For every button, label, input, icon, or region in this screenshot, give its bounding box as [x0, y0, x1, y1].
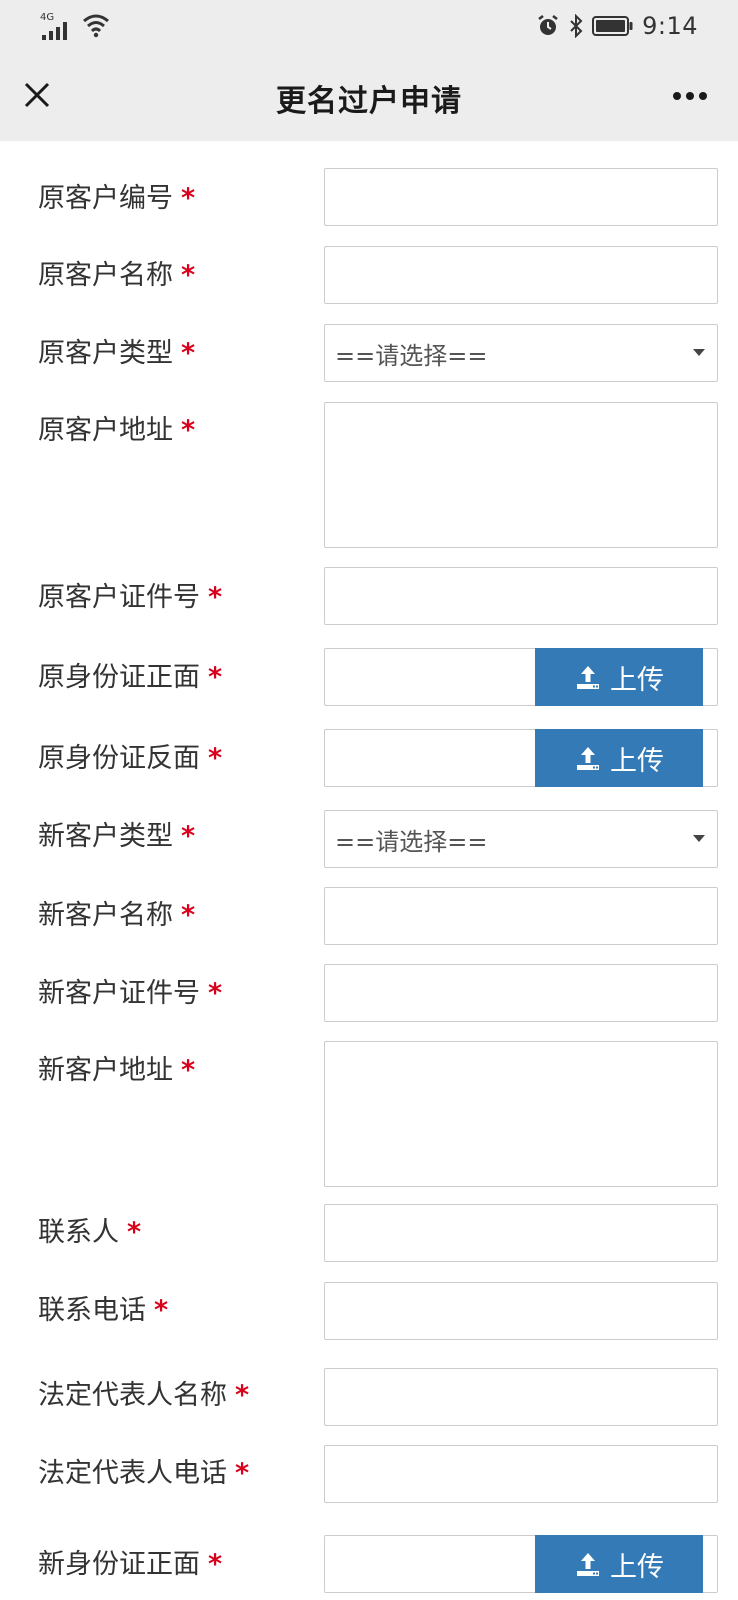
more-icon[interactable]: [672, 90, 708, 102]
text-input[interactable]: [324, 1204, 718, 1262]
required-mark: *: [181, 338, 196, 369]
required-mark: *: [154, 1295, 169, 1326]
field-label-text: 新客户地址: [38, 1055, 173, 1086]
page-title: 更名过户申请: [276, 84, 462, 119]
alarm-icon: [538, 15, 558, 35]
field-label: 原客户名称 *: [38, 253, 195, 292]
battery-icon: [592, 16, 633, 36]
field-label: 法定代表人名称 *: [38, 1373, 249, 1412]
field-label-text: 法定代表人名称: [38, 1380, 227, 1411]
field-label-text: 新客户名称: [38, 900, 173, 931]
required-mark: *: [181, 900, 196, 931]
field-label-text: 原客户类型: [38, 338, 173, 369]
file-upload-field[interactable]: 上传: [324, 648, 718, 706]
field-label-text: 原客户地址: [38, 415, 173, 446]
textarea-input[interactable]: [324, 1041, 718, 1187]
select-placeholder: ==请选择==: [335, 341, 488, 370]
field-label-text: 新身份证正面: [38, 1549, 200, 1580]
required-mark: *: [235, 1380, 250, 1411]
upload-icon: [577, 666, 599, 689]
text-input[interactable]: [324, 246, 718, 304]
file-upload-field[interactable]: 上传: [324, 729, 718, 787]
bluetooth-icon: [570, 14, 583, 38]
upload-icon: [577, 1553, 599, 1576]
text-input[interactable]: [324, 168, 718, 226]
select-placeholder: ==请选择==: [335, 827, 488, 856]
required-mark: *: [235, 1458, 250, 1489]
field-label-text: 联系电话: [38, 1295, 146, 1326]
required-mark: *: [181, 821, 196, 852]
signal-icon: [42, 22, 67, 40]
required-mark: *: [208, 1549, 223, 1580]
field-label-text: 原客户名称: [38, 260, 173, 291]
field-label-text: 原客户编号: [38, 183, 173, 214]
upload-button[interactable]: 上传: [535, 729, 703, 787]
nav-bar: 更名过户申请: [0, 52, 738, 141]
field-label: 新客户类型 *: [38, 814, 195, 853]
status-right: 9:14: [536, 10, 698, 42]
field-label-text: 法定代表人电话: [38, 1458, 227, 1489]
text-input[interactable]: [324, 1368, 718, 1426]
field-label: 原客户编号 *: [38, 176, 195, 215]
textarea-input[interactable]: [324, 402, 718, 548]
required-mark: *: [181, 415, 196, 446]
select-dropdown[interactable]: ==请选择==: [324, 810, 718, 868]
text-input[interactable]: [324, 964, 718, 1022]
field-label-text: 原身份证反面: [38, 743, 200, 774]
status-bar: 4G 9:14: [0, 0, 738, 52]
upload-button[interactable]: 上传: [535, 648, 703, 706]
upload-button-label: 上传: [610, 745, 664, 777]
wifi-icon: [83, 14, 109, 38]
status-left: 4G: [40, 12, 120, 40]
required-mark: *: [181, 260, 196, 291]
field-label: 原客户类型 *: [38, 331, 195, 370]
upload-button[interactable]: 上传: [535, 1535, 703, 1593]
chevron-down-icon: [693, 349, 705, 356]
field-label: 新身份证正面 *: [38, 1542, 222, 1581]
upload-icon: [577, 747, 599, 770]
text-input[interactable]: [324, 1282, 718, 1340]
field-label: 原身份证正面 *: [38, 655, 222, 694]
required-mark: *: [208, 743, 223, 774]
field-label: 原身份证反面 *: [38, 736, 222, 775]
upload-button-label: 上传: [610, 664, 664, 696]
status-time: 9:14: [642, 12, 698, 40]
file-upload-field[interactable]: 上传: [324, 1535, 718, 1593]
field-label-text: 原客户证件号: [38, 582, 200, 613]
select-dropdown[interactable]: ==请选择==: [324, 324, 718, 382]
text-input[interactable]: [324, 567, 718, 625]
field-label-text: 原身份证正面: [38, 662, 200, 693]
required-mark: *: [127, 1217, 142, 1248]
text-input[interactable]: [324, 887, 718, 945]
field-label: 原客户证件号 *: [38, 575, 222, 614]
upload-button-label: 上传: [610, 1551, 664, 1583]
field-label-text: 新客户证件号: [38, 978, 200, 1009]
field-label: 联系人 *: [38, 1210, 141, 1249]
field-label: 原客户地址 *: [38, 408, 195, 447]
text-input[interactable]: [324, 1445, 718, 1503]
required-mark: *: [208, 662, 223, 693]
required-mark: *: [208, 582, 223, 613]
chevron-down-icon: [693, 835, 705, 842]
field-label: 新客户地址 *: [38, 1048, 195, 1087]
required-mark: *: [208, 978, 223, 1009]
field-label-text: 联系人: [38, 1217, 119, 1248]
field-label: 联系电话 *: [38, 1288, 168, 1327]
required-mark: *: [181, 1055, 196, 1086]
field-label-text: 新客户类型: [38, 821, 173, 852]
field-label: 新客户证件号 *: [38, 971, 222, 1010]
field-label: 法定代表人电话 *: [38, 1451, 249, 1490]
field-label: 新客户名称 *: [38, 893, 195, 932]
required-mark: *: [181, 183, 196, 214]
